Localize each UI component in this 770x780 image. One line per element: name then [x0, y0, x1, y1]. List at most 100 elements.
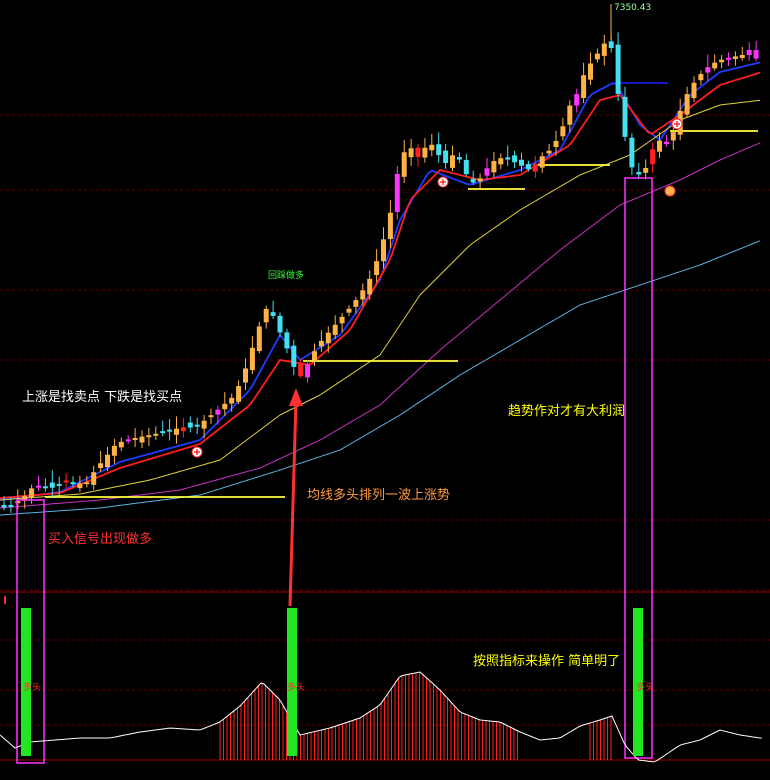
support-lines: [45, 130, 758, 498]
candle-body: [84, 482, 90, 485]
candle-body: [284, 332, 290, 349]
candle-body: [601, 43, 607, 56]
candle-body: [153, 433, 159, 436]
candle-body: [132, 437, 138, 440]
candle-body: [594, 53, 600, 60]
candle-body: [491, 161, 497, 173]
candle-body: [56, 483, 62, 486]
candle-body: [139, 436, 145, 443]
candle-body: [263, 308, 269, 323]
candle-body: [346, 308, 352, 313]
candle-body: [436, 144, 442, 156]
candle-body: [739, 55, 745, 58]
candle-body: [229, 397, 235, 404]
ma-red-line: [0, 71, 761, 499]
candle-body: [187, 422, 193, 428]
candle-body: [470, 178, 476, 183]
trend-profit-note: 趋势作对才有大利润: [508, 404, 626, 419]
candle-body: [105, 454, 110, 468]
candle-body: [201, 420, 207, 429]
chart-grid: [0, 114, 770, 761]
candle-body: [381, 239, 386, 262]
candle-body: [77, 483, 83, 489]
ma-skyblue-line: [0, 240, 761, 516]
candle-body: [705, 67, 711, 73]
candle-body: [698, 74, 704, 81]
caret-marker: [664, 185, 676, 197]
candle-body: [91, 472, 97, 485]
candle-body: [608, 41, 614, 48]
candle-body: [401, 152, 407, 177]
sell-buy-rule-note: 上涨是找卖点 下跌是找买点: [22, 390, 183, 405]
candle-body: [560, 126, 566, 137]
candle-body: [236, 386, 242, 402]
candle-body: [194, 424, 200, 427]
candle-body: [712, 62, 718, 69]
candle-body: [374, 261, 380, 276]
candle-body: [111, 445, 117, 456]
signal-arrow-head: [289, 388, 303, 406]
candle-body: [353, 300, 359, 307]
candle-body: [505, 157, 511, 160]
candle-body: [546, 150, 552, 154]
candle-body: [167, 429, 173, 432]
candle-body: [463, 159, 469, 175]
ma-bull-note: 均线多头排列一波上涨势: [307, 488, 451, 503]
candle-body: [160, 431, 166, 434]
candle-body: [719, 59, 725, 63]
candle-body: [305, 364, 311, 378]
candle-body: [732, 56, 738, 59]
candle-body: [456, 157, 462, 160]
candle-body: [415, 147, 421, 157]
candle-body: [339, 316, 345, 324]
candle-body: [746, 50, 752, 55]
candle-body: [291, 345, 297, 367]
candle-body: [270, 312, 276, 316]
buy-signal-note: 买入信号出现做多: [48, 532, 153, 547]
candle-body: [1, 504, 7, 508]
long-label-1: 多头: [23, 683, 42, 693]
candle-body: [15, 501, 21, 504]
candle-body: [387, 212, 393, 239]
candle-body: [512, 155, 518, 163]
candle-body: [539, 156, 545, 168]
candle-body: [629, 137, 635, 168]
candle-body: [243, 368, 248, 383]
candle-body: [325, 332, 331, 344]
candle-body: [174, 428, 179, 435]
candle-body: [588, 63, 593, 80]
candle-body: [360, 290, 366, 300]
candle-body: [208, 415, 214, 418]
candle-body: [318, 340, 324, 347]
candle-body: [643, 168, 649, 173]
candle-body: [367, 278, 373, 295]
candle-body: [125, 439, 131, 442]
candle-body: [277, 315, 283, 333]
candle-body: [450, 155, 455, 168]
candle-body: [525, 164, 531, 170]
candle-body: [519, 159, 524, 166]
candle-body: [657, 140, 662, 152]
candle-body: [118, 441, 124, 448]
candle-body: [394, 173, 400, 212]
candle-body: [422, 147, 428, 158]
candle-body: [553, 141, 559, 147]
candle-body: [477, 178, 483, 182]
candle-body: [726, 57, 731, 60]
candle-body: [670, 132, 676, 141]
candle-body: [574, 94, 580, 106]
candle-body: [222, 403, 228, 410]
candle-body: [42, 486, 48, 489]
peak-price-label: 7350.43: [614, 3, 652, 13]
candle-body: [29, 488, 35, 498]
candlesticks: [1, 4, 759, 513]
candle-body: [663, 141, 669, 144]
candle-body: [63, 480, 69, 483]
indicator-note: 按照指标来操作 简单明了: [473, 654, 621, 669]
candle-body: [443, 150, 449, 163]
candle-body: [180, 427, 186, 432]
candle-body: [8, 504, 14, 507]
candle-body: [615, 44, 621, 94]
pullback-buy-label: 回踩做多: [268, 271, 305, 281]
candle-body: [498, 158, 504, 165]
